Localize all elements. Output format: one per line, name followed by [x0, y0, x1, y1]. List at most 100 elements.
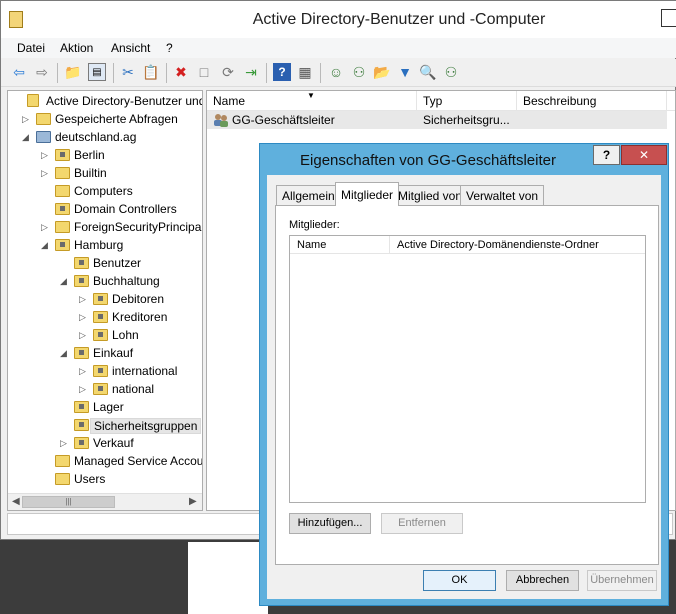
tree-item[interactable]: ▷ Verkauf [8, 434, 202, 452]
forward-arrow-icon[interactable]: ⇨ [33, 63, 51, 81]
folder-icon [55, 455, 70, 467]
back-arrow-icon[interactable]: ⇦ [10, 63, 28, 81]
expand-arrow-icon[interactable]: ▷ [79, 329, 88, 341]
tree-item[interactable]: Active Directory-Benutzer und - [8, 92, 202, 110]
properties-dialog: Eigenschaften von GG-Geschäftsleiter ? ✕… [259, 143, 669, 606]
window-close-button[interactable] [661, 9, 676, 27]
cancel-button[interactable]: Abbrechen [506, 570, 579, 591]
tree-item[interactable]: Users [8, 470, 202, 488]
menu-help[interactable]: ? [166, 41, 173, 55]
apply-button[interactable]: Übernehmen [587, 570, 657, 591]
properties-icon[interactable]: □ [195, 63, 213, 81]
menu-ansicht[interactable]: Ansicht [111, 41, 150, 55]
folder-icon [36, 113, 51, 125]
cut-icon[interactable]: ✂ [119, 63, 137, 81]
tree-item[interactable]: ▷ national [8, 380, 202, 398]
tree-item-label: Domain Controllers [74, 202, 177, 216]
expand-arrow-icon[interactable]: ▷ [79, 365, 88, 377]
up-folder-icon[interactable]: 📁 [64, 63, 82, 81]
list-item-type: Sicherheitsgru... [423, 113, 510, 127]
tree-item[interactable]: ◢ Einkauf [8, 344, 202, 362]
expand-arrow-icon[interactable]: ▷ [41, 221, 50, 233]
expand-arrow-icon[interactable]: ▷ [60, 437, 69, 449]
menu-datei[interactable]: Datei [17, 41, 45, 55]
expand-arrow-icon[interactable]: ▷ [79, 311, 88, 323]
app-icon [9, 11, 23, 28]
ou-folder-icon [93, 383, 108, 395]
show-hide-console-tree-icon[interactable]: ▤ [88, 63, 106, 81]
tree-item[interactable]: Sicherheitsgruppen [8, 416, 202, 434]
expand-arrow-icon[interactable]: ▷ [79, 293, 88, 305]
new-ou-icon[interactable]: 📂 [373, 63, 391, 81]
members-tab-panel: Mitglieder: Name Active Directory-Domäne… [275, 205, 659, 565]
add-to-group-icon[interactable]: ⚇ [442, 63, 460, 81]
tab-mitglied-von[interactable]: Mitglied von [392, 185, 469, 205]
expand-arrow-icon[interactable]: ▷ [41, 149, 50, 161]
tree-item[interactable]: Benutzer [8, 254, 202, 272]
tree-item[interactable]: ▷ Builtin [8, 164, 202, 182]
tree-item-label: Kreditoren [112, 310, 168, 324]
tree-item[interactable]: ◢ Buchhaltung [8, 272, 202, 290]
scroll-right-icon[interactable]: ▶ [189, 496, 197, 507]
collapse-arrow-icon[interactable]: ◢ [41, 239, 50, 251]
scroll-thumb[interactable]: ||| [22, 496, 115, 508]
ou-folder-icon [55, 239, 70, 251]
tree-item[interactable]: ▷ international [8, 362, 202, 380]
dialog-close-button[interactable]: ✕ [621, 145, 667, 165]
details-view-icon[interactable]: ▦ [296, 63, 314, 81]
tree-item[interactable]: ▷ Gespeicherte Abfragen [8, 110, 202, 128]
collapse-arrow-icon[interactable]: ◢ [60, 347, 69, 359]
tree-item[interactable]: ▷ Kreditoren [8, 308, 202, 326]
dialog-help-button[interactable]: ? [593, 145, 620, 165]
members-column-name[interactable]: Name [290, 236, 390, 254]
delete-icon[interactable]: ✖ [172, 63, 190, 81]
add-button[interactable]: Hinzufügen... [289, 513, 371, 534]
ou-folder-icon [74, 419, 89, 431]
tree-item-label: Berlin [74, 148, 105, 162]
tree-item[interactable]: ▷ Lohn [8, 326, 202, 344]
tree-item-label: Lohn [112, 328, 139, 342]
ok-button[interactable]: OK [423, 570, 496, 591]
collapse-arrow-icon[interactable]: ◢ [60, 275, 69, 287]
find-icon[interactable]: 🔍 [419, 63, 437, 81]
refresh-icon[interactable]: ⟳ [219, 63, 237, 81]
filter-icon[interactable]: ▼ [396, 63, 414, 81]
new-user-icon[interactable]: ☺ [327, 63, 345, 81]
ou-folder-icon [74, 401, 89, 413]
column-header-description[interactable]: Beschreibung [517, 91, 667, 111]
export-list-icon[interactable]: ⇥ [242, 63, 260, 81]
tree-item[interactable]: Lager [8, 398, 202, 416]
console-tree[interactable]: Users Managed Service Accour ▷ Verkauf Siche… [7, 90, 203, 511]
list-item[interactable]: GG-Geschäftsleiter Sicherheitsgru... [207, 111, 667, 129]
column-header-type[interactable]: Typ [417, 91, 517, 111]
members-list[interactable]: Name Active Directory-Domänendienste-Ord… [289, 235, 646, 503]
list-header: Name ▼ Typ Beschreibung [207, 91, 675, 111]
expand-arrow-icon[interactable]: ▷ [41, 167, 50, 179]
menu-aktion[interactable]: Aktion [60, 41, 93, 55]
tree-item[interactable]: ◢ deutschland.ag [8, 128, 202, 146]
tree-item[interactable]: ▷ ForeignSecurityPrincipals [8, 218, 202, 236]
tree-item[interactable]: ▷ Debitoren [8, 290, 202, 308]
tab-allgemein[interactable]: Allgemein [276, 185, 341, 205]
help-icon[interactable]: ? [273, 63, 291, 81]
paste-icon[interactable]: 📋 [142, 63, 160, 81]
tree-item[interactable]: Computers [8, 182, 202, 200]
scroll-left-icon[interactable]: ◀ [12, 496, 20, 507]
tree-item[interactable]: Domain Controllers [8, 200, 202, 218]
collapse-arrow-icon[interactable]: ◢ [22, 131, 31, 143]
tree-horizontal-scrollbar[interactable]: ◀ ||| ▶ [8, 493, 202, 510]
expand-arrow-icon[interactable]: ▷ [22, 113, 31, 125]
members-column-folder[interactable]: Active Directory-Domänendienste-Ordner [390, 236, 645, 254]
tree-item[interactable]: ▷ Berlin [8, 146, 202, 164]
tree-item[interactable]: Managed Service Accour [8, 452, 202, 470]
expand-arrow-icon[interactable]: ▷ [79, 383, 88, 395]
tree-item-label: Lager [93, 400, 124, 414]
tree-item-label: Gespeicherte Abfragen [55, 112, 178, 126]
members-label: Mitglieder: [289, 219, 340, 231]
remove-button[interactable]: Entfernen [381, 513, 463, 534]
tree-item[interactable]: ◢ Hamburg [8, 236, 202, 254]
tab-verwaltet-von[interactable]: Verwaltet von [460, 185, 545, 205]
dialog-title-bar: Eigenschaften von GG-Geschäftsleiter ? ✕ [260, 144, 668, 175]
new-group-icon[interactable]: ⚇ [350, 63, 368, 81]
tab-mitglieder[interactable]: Mitglieder [335, 182, 400, 206]
